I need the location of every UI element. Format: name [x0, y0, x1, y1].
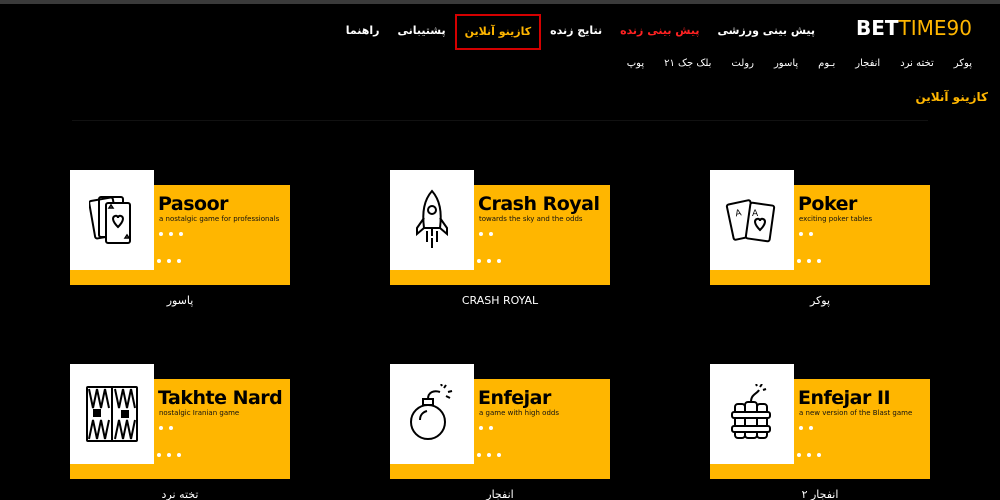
bettime90-logo[interactable]: BET TIME90: [856, 16, 972, 42]
bomb-icon: [390, 364, 474, 464]
card-label: انفجار: [486, 488, 514, 500]
nav-online-casino[interactable]: کازینو آنلاین: [454, 14, 542, 50]
nav-live-results[interactable]: نتایج زنده: [541, 22, 611, 50]
decor-dots: [479, 426, 493, 430]
card-label: پوکر: [809, 294, 831, 307]
nav-live-betting[interactable]: پیش بینی زنده: [611, 22, 708, 50]
subnav-pop[interactable]: پوپ: [617, 58, 654, 69]
card-label: CRASH ROYAL: [461, 294, 539, 307]
casino-sub-nav: پوکر تخته نرد انفجار بـوم پاسور رولت بلک…: [617, 58, 982, 69]
card-title: Enfejar II: [798, 387, 891, 409]
svg-text:A: A: [752, 209, 759, 219]
decor-dots: [467, 453, 501, 457]
nav-sports-betting[interactable]: پیش بینی ورزشی: [708, 22, 824, 50]
decor-dots: [159, 232, 183, 236]
decor-dots: [799, 232, 813, 236]
card-desc: a nostalgic game for professionals: [159, 215, 280, 223]
decor-dots: [479, 232, 493, 236]
card-title: Pasoor: [158, 193, 229, 215]
section-title: کازینو آنلاین: [915, 90, 988, 104]
game-card-crash-royal[interactable]: Crash Royal towards the sky and the odds…: [390, 170, 610, 318]
card-title: Poker: [798, 193, 857, 215]
card-desc: exciting poker tables: [799, 215, 873, 223]
subnav-roulette[interactable]: رولت: [721, 58, 764, 69]
decor-dots: [159, 426, 173, 430]
nav-support[interactable]: پشتیبانی: [388, 22, 454, 50]
card-desc: a new version of the Blast game: [799, 409, 913, 417]
card-title: Enfejar: [478, 387, 551, 409]
logo-bet: BET: [855, 16, 899, 40]
cards-heart-icon: [70, 170, 154, 270]
decor-dots: [467, 259, 501, 263]
divider: [72, 120, 928, 121]
decor-dots: [799, 426, 813, 430]
svg-text:A: A: [734, 208, 743, 219]
subnav-poker[interactable]: پوکر: [944, 58, 982, 69]
decor-dots: [147, 259, 181, 263]
decor-dots: [147, 453, 181, 457]
card-label: تخته نرد: [161, 488, 199, 500]
dynamite-icon: [710, 364, 794, 464]
game-card-enfejar-2[interactable]: Enfejar II a new version of the Blast ga…: [710, 364, 930, 500]
poker-cards-icon: A A: [710, 170, 794, 270]
subnav-pasoor[interactable]: پاسور: [764, 58, 808, 69]
decor-dots: [787, 453, 821, 457]
main-nav: پیش بینی ورزشی پیش بینی زنده نتایج زنده …: [337, 14, 824, 50]
nav-help[interactable]: راهنما: [337, 22, 389, 50]
top-bar: [0, 0, 1000, 4]
decor-dots: [787, 259, 821, 263]
card-desc: nostalgic Iranian game: [159, 409, 240, 417]
subnav-boom[interactable]: بـوم: [808, 58, 845, 69]
card-desc: a game with high odds: [479, 409, 559, 417]
game-card-enfejar[interactable]: Enfejar a game with high odds انفجار: [390, 364, 610, 500]
subnav-backgammon[interactable]: تخته نرد: [890, 58, 944, 69]
card-title: Crash Royal: [478, 193, 600, 215]
game-card-poker[interactable]: A A Poker exciting poker tables پوکر: [710, 170, 930, 318]
logo-time: TIME90: [898, 16, 972, 40]
subnav-crash[interactable]: انفجار: [845, 58, 890, 69]
card-desc: towards the sky and the odds: [479, 215, 583, 223]
backgammon-board-icon: [70, 364, 154, 464]
card-label: انفجار ۲: [801, 488, 839, 500]
game-card-takhte-nard[interactable]: Takhte Nard nostalgic Iranian game تخته …: [70, 364, 290, 500]
card-title: Takhte Nard: [158, 387, 283, 409]
subnav-blackjack[interactable]: بلک جک ۲۱: [654, 58, 721, 69]
card-label: پاسور: [166, 294, 194, 307]
rocket-icon: [390, 170, 474, 270]
game-card-pasoor[interactable]: Pasoor a nostalgic game for professional…: [70, 170, 290, 318]
